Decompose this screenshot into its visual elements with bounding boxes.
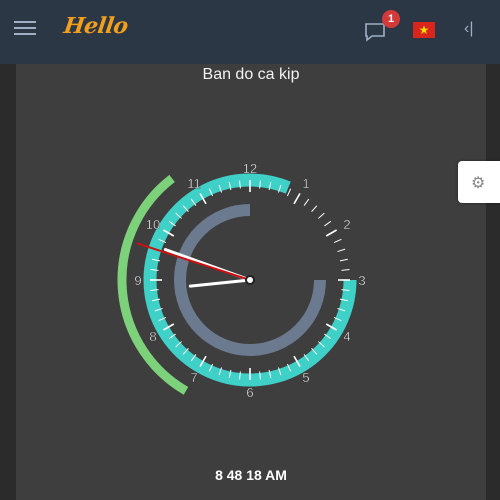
clock-tick bbox=[333, 238, 342, 244]
settings-button[interactable]: ⚙ bbox=[458, 161, 500, 203]
clock-number: 2 bbox=[343, 217, 350, 232]
clock-number: 1 bbox=[302, 176, 309, 191]
flag-star-icon: ★ bbox=[418, 23, 430, 37]
clock-number: 10 bbox=[146, 217, 160, 232]
clock-tick bbox=[325, 229, 338, 237]
clock-tick bbox=[337, 248, 346, 253]
clock-tick bbox=[324, 220, 332, 227]
clock-tick bbox=[311, 205, 318, 212]
clock-tick bbox=[318, 212, 325, 219]
notification-badge: 1 bbox=[382, 10, 400, 28]
clock-number: 5 bbox=[302, 370, 309, 385]
collapse-sidebar-icon[interactable]: ‹| bbox=[464, 20, 473, 38]
clock-number: 7 bbox=[190, 370, 197, 385]
page-title: Ban do ca kip bbox=[202, 66, 300, 83]
vietnam-flag-icon[interactable]: ★ bbox=[413, 22, 435, 38]
clock-tick bbox=[339, 258, 348, 262]
clock-center-pin bbox=[245, 275, 255, 285]
clock-tick bbox=[303, 198, 310, 206]
clock-tick bbox=[341, 269, 350, 271]
clock-tick bbox=[293, 192, 301, 205]
clock-number: 8 bbox=[149, 329, 156, 344]
clock-number: 4 bbox=[343, 329, 350, 344]
shift-clock: 121234567891011 bbox=[117, 161, 366, 400]
digital-time: 8 48 18 AM bbox=[215, 467, 287, 483]
clock-number: 6 bbox=[246, 385, 253, 400]
hamburger-menu-icon[interactable] bbox=[14, 21, 36, 39]
hour-hand bbox=[188, 278, 252, 288]
chat-icon[interactable] bbox=[364, 22, 386, 42]
clock-number: 3 bbox=[358, 273, 365, 288]
app-logo[interactable]: Hello bbox=[62, 13, 129, 39]
clock-number: 12 bbox=[243, 161, 257, 176]
clock-number: 11 bbox=[187, 176, 201, 191]
top-bar: Hello 1 ★ ‹| bbox=[0, 0, 500, 64]
gear-icon: ⚙ bbox=[471, 175, 486, 192]
clock-number: 9 bbox=[134, 273, 141, 288]
clock-tick bbox=[286, 188, 292, 197]
